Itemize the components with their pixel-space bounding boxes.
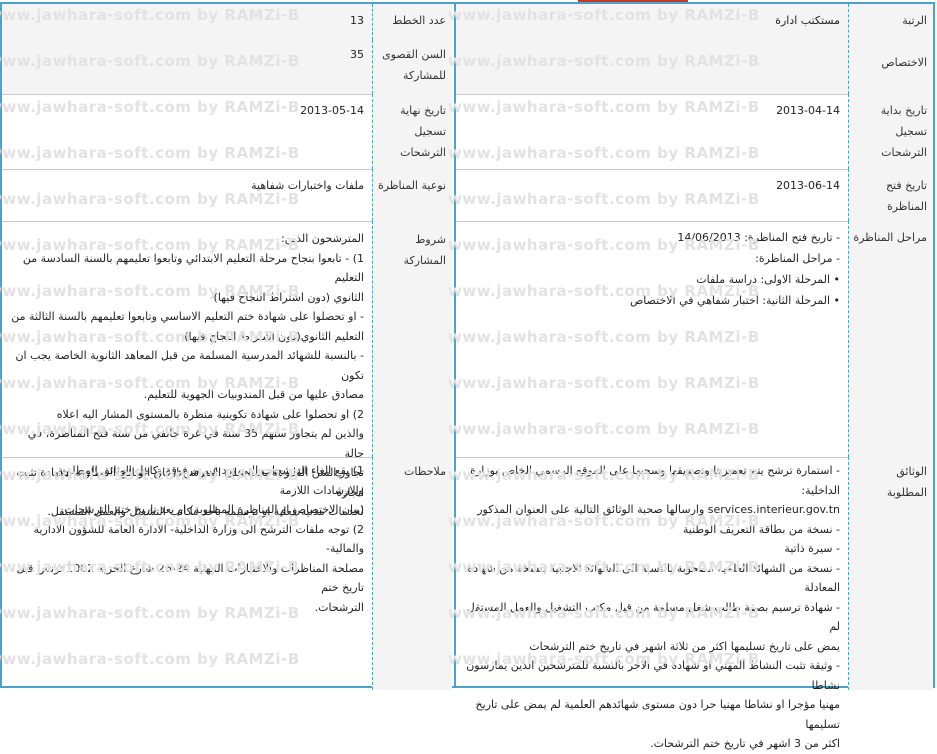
label-contest-stages: مراحل المناظرة	[848, 221, 933, 457]
value-contest-type: ملفات واختبارات شفاهية	[251, 179, 364, 192]
label-max-age: السن القصوى للمشاركة	[372, 40, 452, 94]
contest-details-table: الرتبة الاختصاص مستكتب ادارة تاريخ بداية…	[0, 2, 935, 750]
row-registration-end: تاريخ نهاية تسجيل الترشحات 2013-05-14	[2, 94, 452, 170]
row-participation-conditions: شروط المشاركة المترشحون الذين: 1) - تابع…	[2, 221, 452, 518]
row-rank: الرتبة الاختصاص مستكتب ادارة	[454, 4, 933, 95]
value-positions-count: 13	[2, 4, 372, 40]
value-participation-conditions: المترشحون الذين: 1) - تابعوا بنجاح مرحلة…	[11, 232, 364, 518]
row-positions-count: عدد الخطط 13	[2, 4, 452, 40]
value-contest-stages: - تاريخ فتح المناظرة: 14/06/2013 - مراحل…	[629, 231, 840, 307]
label-required-documents: الوثائق المطلوبة	[848, 457, 933, 690]
value-notes: 1) يقع الغاء الترشحات التي ترد غير مرفوق…	[16, 464, 364, 614]
value-registration-start: 2013-04-14	[776, 104, 840, 117]
label-notes: ملاحظات	[372, 457, 452, 690]
row-max-age: السن القصوى للمشاركة 35	[2, 40, 452, 95]
row-contest-type: نوعية المناظرة ملفات واختبارات شفاهية	[2, 169, 452, 222]
row-contest-stages: مراحل المناظرة - تاريخ فتح المناظرة: 14/…	[454, 221, 933, 458]
right-panel: الرتبة الاختصاص مستكتب ادارة تاريخ بداية…	[454, 4, 933, 750]
column-divider	[454, 4, 456, 686]
value-contest-open: 2013-06-14	[776, 179, 840, 192]
value-registration-end: 2013-05-14	[300, 104, 364, 117]
label-positions-count: عدد الخطط	[372, 4, 452, 40]
value-rank: مستكتب ادارة	[454, 4, 848, 94]
row-required-documents: الوثائق المطلوبة - استمارة ترشح يتم تعمي…	[454, 457, 933, 750]
label-registration-end: تاريخ نهاية تسجيل الترشحات	[372, 94, 452, 169]
row-registration-start: تاريخ بداية تسجيل الترشحات 2013-04-14	[454, 94, 933, 170]
value-max-age: 35	[2, 40, 372, 94]
left-panel: عدد الخطط 13 السن القصوى للمشاركة 35 تار…	[2, 4, 452, 690]
label-contest-open: تاريخ فتح المناظرة	[848, 169, 933, 221]
label-contest-type: نوعية المناظرة	[372, 169, 452, 221]
row-contest-open: تاريخ فتح المناظرة 2013-06-14	[454, 169, 933, 222]
row-notes: ملاحظات 1) يقع الغاء الترشحات التي ترد غ…	[2, 457, 452, 690]
label-participation-conditions: شروط المشاركة	[372, 221, 452, 457]
label-rank: الرتبة الاختصاص	[848, 4, 933, 94]
label-registration-start: تاريخ بداية تسجيل الترشحات	[848, 94, 933, 169]
value-required-documents: - استمارة ترشح يتم تعميرها وتصديقها وسحب…	[466, 464, 840, 750]
